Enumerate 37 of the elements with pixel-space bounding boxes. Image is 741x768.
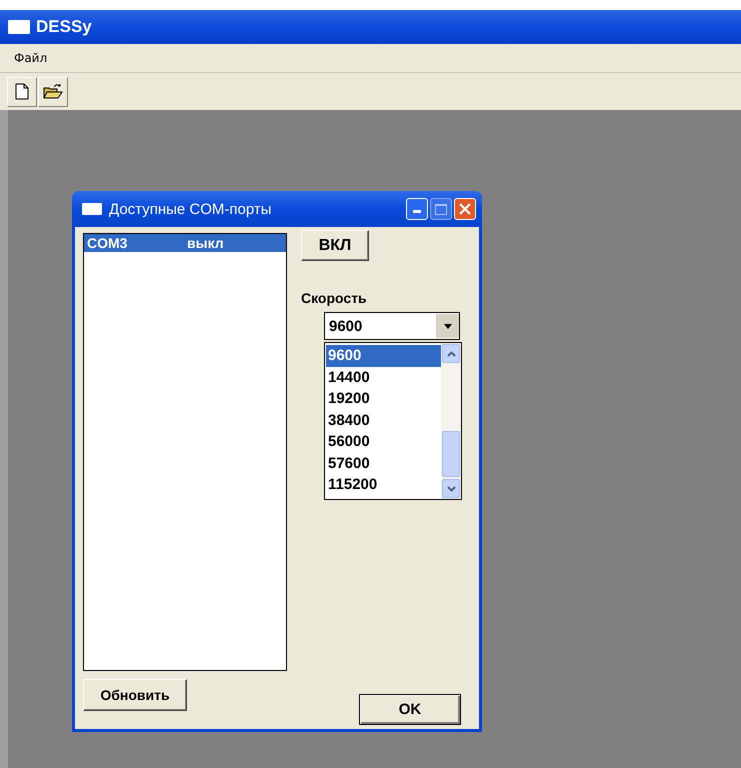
minimize-icon [413,210,421,214]
blank-page-icon [15,83,29,100]
toggle-button[interactable]: ВКЛ [301,230,369,261]
minimize-button[interactable] [406,198,428,220]
window-icon [8,20,30,34]
scroll-thumb[interactable] [442,431,460,477]
scrollbar[interactable] [441,343,461,499]
new-file-button[interactable] [7,76,37,106]
speed-option[interactable]: 56000 [326,431,441,452]
maximize-icon [435,204,447,214]
close-icon [459,203,471,215]
port-list[interactable]: COM3 выкл [83,233,287,671]
dialog-title: Доступные COM-порты [109,200,273,218]
port-row[interactable]: COM3 выкл [84,234,286,252]
window-title: DESSy [36,17,92,37]
speed-option[interactable]: 9600 [326,345,441,366]
speed-label: Скорость [301,290,367,306]
speed-option[interactable]: 19200 [326,388,441,410]
chevron-up-icon [446,350,456,356]
speed-option[interactable]: 38400 [326,410,441,431]
menu-item[interactable]: Файл [14,51,48,65]
speed-option[interactable]: 57600 [326,452,441,474]
scroll-up-button[interactable] [442,344,460,363]
speed-option[interactable]: 14400 [326,366,441,388]
scroll-down-button[interactable] [442,479,460,498]
folder-icon [43,83,63,100]
speed-dropdown[interactable]: 9600 [324,312,460,340]
port-name: COM3 [87,235,128,251]
close-button[interactable] [454,198,476,220]
open-folder-button[interactable] [38,76,68,106]
ok-button[interactable]: OK [359,694,461,725]
refresh-button[interactable]: Обновить [83,679,187,711]
port-status: выкл [187,235,224,251]
maximize-button[interactable] [430,198,452,220]
window-icon [82,203,102,215]
speed-option[interactable]: 115200 [326,474,441,496]
chevron-down-icon [446,486,456,492]
